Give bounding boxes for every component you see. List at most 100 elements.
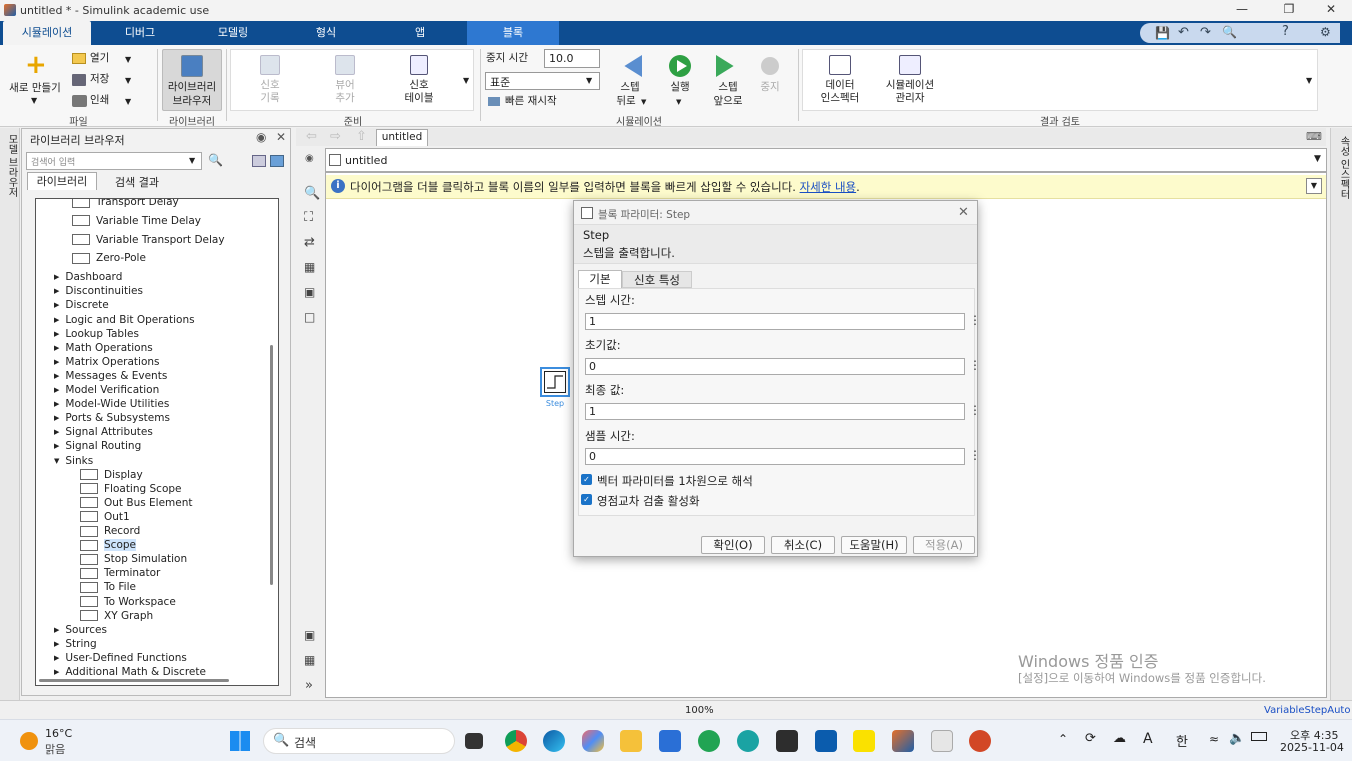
forward-arrow-icon[interactable]: ⇨ [330,129,341,144]
expand-toolstrip-icon[interactable]: » [305,678,313,693]
back-arrow-icon[interactable]: ⇦ [306,129,317,144]
sample-time-input[interactable]: 0 [585,448,965,465]
library-block-sink[interactable]: Stop Simulation [80,553,187,565]
breadcrumb[interactable]: untitled ▼ [325,148,1327,172]
vector-params-checkbox[interactable]: ✓ [581,474,592,485]
library-category[interactable]: User-Defined Functions [54,652,186,664]
run-button[interactable]: 실행 [662,81,698,94]
final-value-menu-icon[interactable]: ⋮ [969,403,981,417]
battery-icon[interactable] [1251,732,1267,741]
close-button[interactable]: ✕ [1319,2,1343,16]
library-category[interactable]: Model-Wide Utilities [54,398,169,410]
step-forward-button[interactable]: 스텝 [710,81,746,94]
library-block[interactable]: Variable Transport Delay [72,234,225,246]
info-link[interactable]: 자세한 내용 [800,180,857,194]
step-time-menu-icon[interactable]: ⋮ [969,313,981,327]
annotation-icon[interactable]: ▦ [304,260,315,274]
tray-sync-icon[interactable]: ⟳ [1085,731,1096,746]
library-block-sink[interactable]: Floating Scope [80,483,182,495]
tab-signal-attributes[interactable]: 신호 특성 [622,271,692,288]
blue-app-icon[interactable] [815,730,837,752]
prepare-expand-icon[interactable]: ▼ [463,76,469,85]
library-category[interactable]: Dashboard [54,271,122,283]
sample-time-menu-icon[interactable]: ⋮ [969,448,981,462]
tab-debug[interactable]: 디버그 [100,21,180,45]
panel-options-icon[interactable]: ◉ [256,130,266,144]
library-block-sink[interactable]: To File [80,581,136,593]
solver-link[interactable]: VariableStepAuto [1264,705,1350,716]
print-button[interactable]: 인쇄 [90,94,109,107]
tab-main[interactable]: 기본 [578,270,622,288]
signal-log-button[interactable]: 신호 [250,79,290,92]
copilot-icon[interactable] [582,730,604,752]
library-category[interactable]: Math Operations [54,342,152,354]
tree-hscrollbar[interactable] [39,679,229,682]
fit-view-icon[interactable]: ⛶ [304,210,313,225]
matlab-taskbar-icon[interactable] [892,730,914,752]
open-button[interactable]: 열기 [90,52,109,65]
notes-app-icon[interactable] [776,730,798,752]
taskbar-search[interactable]: 🔍 검색 [263,728,455,754]
keyboard-icon[interactable]: ⌨ [1306,130,1322,143]
search-icon[interactable]: 🔍 [208,153,223,167]
cancel-button[interactable]: 취소(C) [771,536,835,554]
breadcrumb-model[interactable]: untitled [345,154,387,167]
tab-simulation[interactable]: 시뮬레이션 [3,21,91,45]
panel-close-icon[interactable]: ✕ [276,130,286,144]
initial-value-menu-icon[interactable]: ⋮ [969,358,981,372]
stop-button[interactable]: 중지 [752,81,788,94]
tab-apps[interactable]: 앱 [380,21,460,45]
library-category[interactable]: Model Verification [54,384,159,396]
library-category[interactable]: Matrix Operations [54,356,159,368]
property-icon[interactable]: ▦ [304,653,315,667]
library-category[interactable]: Sources [54,624,107,636]
green-app-icon[interactable] [698,730,720,752]
stop-time-input[interactable]: 10.0 [544,49,600,68]
powerpoint-icon[interactable] [969,730,991,752]
step-back-button[interactable]: 스텝 [612,81,648,94]
ime-a[interactable]: A [1143,731,1153,747]
wifi-icon[interactable]: ≈ [1209,732,1219,746]
options-icon[interactable]: ⚙ [1320,25,1331,39]
library-block-sink[interactable]: To Workspace [80,596,176,608]
signal-table-button[interactable]: 신호 [398,79,440,92]
new-dropdown-icon[interactable]: ▼ [31,96,37,105]
screenshot-icon[interactable]: ▣ [304,628,315,642]
search-dropdown-icon[interactable]: ▼ [189,156,195,165]
zoom-icon[interactable]: 🔍 [304,186,320,201]
library-block-sink[interactable]: Out Bus Element [80,497,193,509]
image-icon[interactable]: ▣ [304,285,315,299]
step-back-dropdown-icon[interactable]: ▼ [641,98,646,106]
tray-chevron-icon[interactable]: ⌃ [1058,732,1068,746]
help-button[interactable]: 도움말(H) [841,536,907,554]
redo-icon[interactable]: ↷ [1200,25,1211,40]
search-docs-icon[interactable]: 🔍 [1222,25,1237,39]
library-category[interactable]: Signal Attributes [54,426,152,438]
library-block-sink[interactable]: Scope [80,539,136,552]
print-dropdown-icon[interactable]: ▼ [125,97,131,106]
new-button[interactable]: 새로 만들기 [4,82,66,95]
library-category[interactable]: Discrete [54,299,108,311]
tab-search-results[interactable]: 검색 결과 [102,174,172,190]
model-browser-strip[interactable]: 모델 브라우저 [0,128,20,708]
store-icon[interactable] [659,730,681,752]
undo-icon[interactable]: ↶ [1178,25,1189,40]
restore-button[interactable]: ❐ [1277,2,1301,16]
kakaotalk-icon[interactable] [853,730,875,752]
final-value-input[interactable]: 1 [585,403,965,420]
help-icon[interactable]: ? [1282,24,1289,39]
view-grid-icon[interactable] [270,155,284,167]
run-dropdown-icon[interactable]: ▼ [676,98,681,106]
up-arrow-icon[interactable]: ⇧ [356,129,367,144]
ime-han[interactable]: 한 [1176,731,1188,750]
tab-untitled[interactable]: untitled [376,129,428,146]
save-quick-icon[interactable]: 💾 [1155,26,1170,40]
apply-button[interactable]: 적용(A) [913,536,975,554]
minimize-button[interactable]: — [1230,2,1254,16]
library-category[interactable]: Signal Routing [54,440,141,452]
library-category[interactable]: String [54,638,96,650]
property-inspector-strip[interactable]: 속성 인스펙터 [1330,128,1352,700]
view-list-icon[interactable] [252,155,266,167]
file-explorer-icon[interactable] [620,730,642,752]
tab-block[interactable]: 블록 [467,21,559,45]
